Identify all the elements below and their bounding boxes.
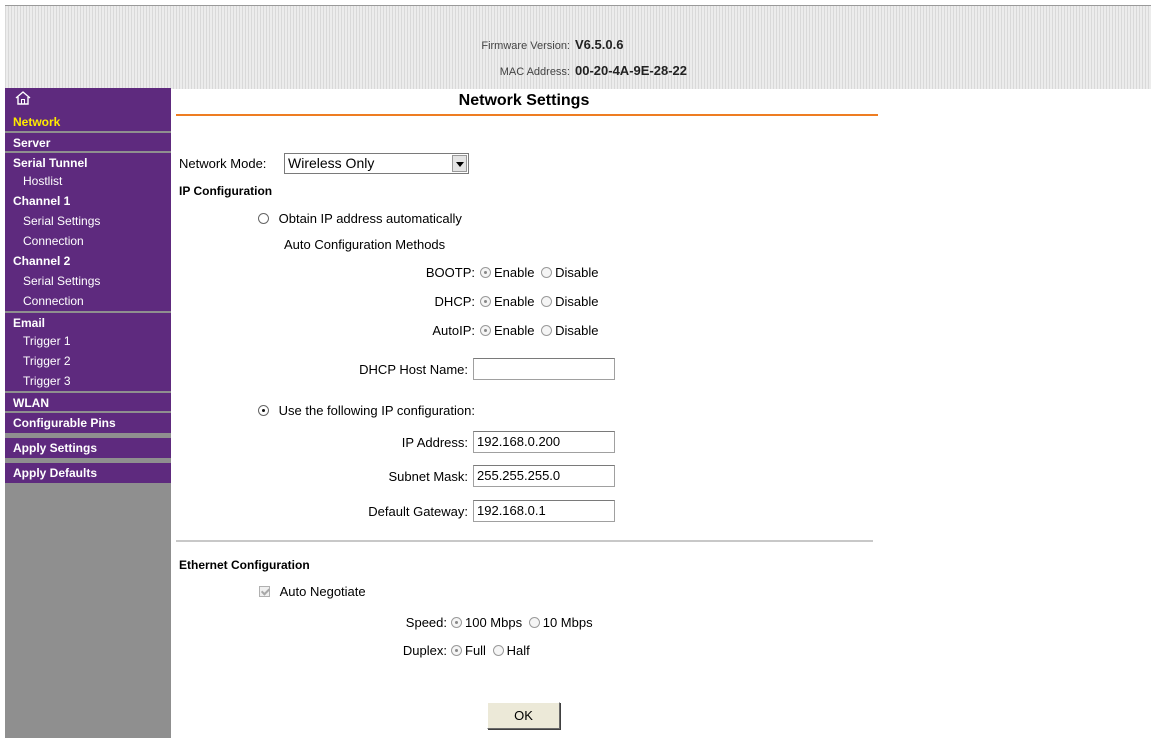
obtain-auto-row: Obtain IP address automatically: [258, 211, 465, 226]
sidebar-item-channel-2[interactable]: Channel 2: [5, 251, 171, 271]
bootp-disable-label: Disable: [555, 265, 599, 280]
use-following-radio[interactable]: [258, 405, 269, 416]
sidebar-item-apply-settings[interactable]: Apply Settings: [5, 433, 171, 458]
page-title: Network Settings: [458, 92, 590, 109]
duplex-full-label: Full: [465, 643, 486, 658]
speed-10-label: 10 Mbps: [542, 615, 593, 630]
subnet-mask-label: Subnet Mask:: [388, 469, 469, 484]
gateway-input[interactable]: 192.168.0.1: [473, 500, 615, 522]
ip-address-input[interactable]: 192.168.0.200: [473, 431, 615, 453]
sidebar-item-serial-tunnel[interactable]: Serial Tunnel: [5, 151, 171, 171]
bootp-label: BOOTP:: [425, 265, 475, 280]
speed-label: Speed:: [405, 615, 447, 630]
ok-button[interactable]: OK: [487, 702, 560, 729]
section-divider: [176, 540, 873, 542]
sidebar-item-trigger-1[interactable]: Trigger 1: [5, 331, 171, 351]
bootp-enable-radio[interactable]: [480, 267, 491, 278]
duplex-half-label: Half: [506, 643, 530, 658]
auto-negotiate-label: Auto Negotiate: [279, 584, 366, 599]
sidebar-item-network[interactable]: Network: [5, 113, 171, 131]
firmware-value: V6.5.0.6: [575, 37, 624, 52]
use-following-row: Use the following IP configuration:: [258, 403, 478, 418]
sidebar-item-apply-defaults[interactable]: Apply Defaults: [5, 458, 171, 483]
ethernet-heading: Ethernet Configuration: [179, 558, 310, 572]
obtain-auto-radio[interactable]: [258, 213, 269, 224]
sidebar-item-wlan[interactable]: WLAN: [5, 391, 171, 411]
sidebar-item-configurable-pins[interactable]: Configurable Pins: [5, 411, 171, 433]
speed-options: 100 Mbps 10 Mbps: [451, 615, 596, 630]
sidebar-home[interactable]: [5, 88, 171, 113]
sidebar-item-channel-1[interactable]: Channel 1: [5, 191, 171, 211]
dhcp-disable-radio[interactable]: [541, 296, 553, 307]
speed-100-label: 100 Mbps: [465, 615, 523, 630]
bootp-disable-radio[interactable]: [541, 267, 553, 278]
home-icon[interactable]: [15, 91, 31, 105]
sidebar-item-email[interactable]: Email: [5, 311, 171, 331]
sidebar-item-ch1-connection[interactable]: Connection: [5, 231, 171, 251]
mac-label: MAC Address:: [499, 66, 570, 78]
sidebar-item-ch2-connection[interactable]: Connection: [5, 291, 171, 311]
autoip-disable-radio[interactable]: [541, 325, 553, 336]
network-mode-select[interactable]: Wireless Only: [284, 153, 469, 174]
sidebar-item-hostlist[interactable]: Hostlist: [5, 171, 171, 191]
network-mode-value: Wireless Only: [288, 155, 375, 171]
sidebar-item-server[interactable]: Server: [5, 131, 171, 151]
speed-10-radio[interactable]: [528, 617, 540, 628]
duplex-half-radio[interactable]: [492, 645, 504, 656]
duplex-options: Full Half: [451, 643, 533, 658]
dhcp-options: Enable Disable: [480, 294, 601, 309]
auto-methods-label: Auto Configuration Methods: [284, 237, 446, 252]
use-following-label: Use the following IP configuration:: [278, 403, 475, 418]
auto-negotiate-row: Auto Negotiate: [259, 584, 369, 599]
dhcp-host-label: DHCP Host Name:: [359, 362, 468, 377]
bootp-enable-label: Enable: [494, 265, 535, 280]
sidebar-item-ch1-serial-settings[interactable]: Serial Settings: [5, 211, 171, 231]
autoip-enable-label: Enable: [494, 323, 535, 338]
autoip-disable-label: Disable: [555, 323, 599, 338]
title-underline: [176, 114, 878, 116]
ip-address-label: IP Address:: [401, 435, 468, 450]
gateway-label: Default Gateway:: [368, 504, 468, 519]
sidebar-item-ch2-serial-settings[interactable]: Serial Settings: [5, 271, 171, 291]
header-banner: Firmware Version: V6.5.0.6 MAC Address: …: [5, 5, 1151, 89]
dhcp-enable-label: Enable: [494, 294, 535, 309]
autoip-enable-radio[interactable]: [480, 325, 491, 336]
duplex-full-radio[interactable]: [451, 645, 462, 656]
sidebar-item-trigger-3[interactable]: Trigger 3: [5, 371, 171, 391]
speed-100-radio[interactable]: [451, 617, 462, 628]
bootp-options: Enable Disable: [480, 265, 601, 280]
firmware-label: Firmware Version:: [481, 40, 570, 52]
dhcp-label: DHCP:: [434, 294, 475, 309]
chevron-down-icon[interactable]: [452, 155, 467, 172]
autoip-options: Enable Disable: [480, 323, 601, 338]
mac-value: 00-20-4A-9E-28-22: [575, 63, 688, 78]
network-mode-label: Network Mode:: [179, 156, 267, 171]
dhcp-enable-radio[interactable]: [480, 296, 491, 307]
dhcp-disable-label: Disable: [555, 294, 599, 309]
duplex-label: Duplex:: [402, 643, 447, 658]
main-content: Network Settings Network Mode: Wireless …: [171, 88, 1151, 738]
subnet-mask-input[interactable]: 255.255.255.0: [473, 465, 615, 487]
dhcp-host-input[interactable]: [473, 358, 615, 380]
sidebar: Network Server Serial Tunnel Hostlist Ch…: [5, 88, 171, 738]
obtain-auto-label: Obtain IP address automatically: [278, 211, 462, 226]
autoip-label: AutoIP:: [432, 323, 475, 338]
ip-config-heading: IP Configuration: [179, 184, 273, 198]
sidebar-item-trigger-2[interactable]: Trigger 2: [5, 351, 171, 371]
auto-negotiate-checkbox[interactable]: [259, 586, 270, 597]
